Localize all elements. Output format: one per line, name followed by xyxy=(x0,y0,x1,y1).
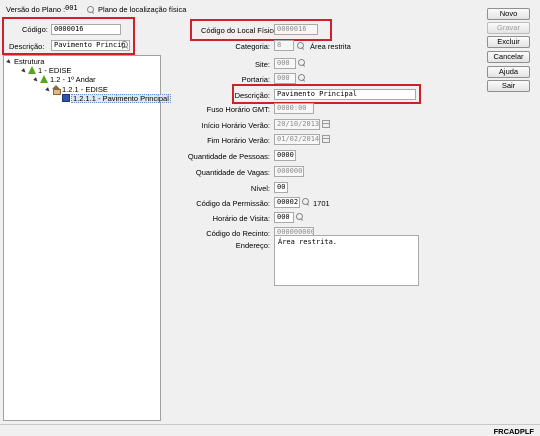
permissao-label: Código da Permissão: xyxy=(196,199,270,208)
descricao-filter-input[interactable]: Pavimento Princip xyxy=(51,40,130,51)
program-code: FRCADPLF xyxy=(493,427,534,436)
permissao-desc: 1701 xyxy=(313,199,330,208)
descricao-label: Descrição: xyxy=(9,42,45,51)
tree-item-edise-sub[interactable]: 1.2.1 - EDISE xyxy=(62,85,108,94)
qtd-pessoas-input[interactable]: 0000 xyxy=(274,150,296,161)
qtd-vagas-input[interactable]: 000000 xyxy=(274,166,304,177)
permissao-search-icon[interactable] xyxy=(302,198,310,206)
site-input[interactable]: 000 xyxy=(274,58,296,69)
portaria-label: Portaria: xyxy=(241,75,270,84)
inicio-input[interactable]: 20/10/2013 xyxy=(274,119,320,130)
fim-input[interactable]: 01/02/2014 xyxy=(274,134,320,145)
calendar-icon[interactable] xyxy=(322,135,330,143)
excluir-button[interactable]: Excluir xyxy=(487,36,530,48)
descricao-input[interactable]: Pavimento Principal xyxy=(274,89,416,100)
calendar-icon[interactable] xyxy=(322,120,330,128)
endereco-label: Endereço: xyxy=(235,241,270,250)
building-icon xyxy=(52,85,61,95)
room-icon xyxy=(62,94,70,102)
visita-search-icon[interactable] xyxy=(296,213,304,221)
categoria-label: Categoria: xyxy=(235,42,270,51)
inicio-label: Início Horário Verão: xyxy=(201,121,270,130)
gravar-button[interactable]: Gravar xyxy=(487,22,530,34)
tree-item-andar[interactable]: 1.2 - 1º Andar xyxy=(50,75,96,84)
visita-label: Horário de Visita: xyxy=(212,214,270,223)
categoria-search-icon[interactable] xyxy=(297,42,305,50)
permissao-input[interactable]: 00002 xyxy=(274,197,300,208)
fuso-label: Fuso Horário GMT: xyxy=(206,105,270,114)
portaria-search-icon[interactable] xyxy=(298,74,306,82)
site-label: Site: xyxy=(254,60,270,69)
tree-item-edise[interactable]: 1 - EDISE xyxy=(38,66,71,75)
qtd-pessoas-label: Quantidade de Pessoas: xyxy=(187,152,270,161)
status-bar: FRCADPLF xyxy=(0,424,540,436)
versao-input[interactable]: 001 xyxy=(63,4,83,15)
versao-label: Versão do Plano : xyxy=(6,5,66,14)
tree-panel[interactable] xyxy=(3,55,161,421)
portaria-input[interactable]: 000 xyxy=(274,73,296,84)
codigo-local-label: Código do Local Físico: xyxy=(201,26,280,35)
fim-label: Fim Horário Verão: xyxy=(207,136,270,145)
tree-root[interactable]: Estrutura xyxy=(14,57,44,66)
ajuda-button[interactable]: Ajuda xyxy=(487,66,530,78)
sair-button[interactable]: Sair xyxy=(487,80,530,92)
floor-icon xyxy=(40,75,48,83)
qtd-vagas-label: Quantidade de Vagas: xyxy=(195,168,270,177)
codigo-local-input[interactable]: 0000016 xyxy=(274,24,318,35)
versao-search-icon[interactable] xyxy=(87,6,95,14)
codigo-label: Código: xyxy=(22,25,48,34)
site-search-icon[interactable] xyxy=(298,59,306,67)
cancelar-button[interactable]: Cancelar xyxy=(487,51,530,63)
plano-label: Plano de localização física xyxy=(98,5,187,14)
tree-item-pavimento-selected[interactable]: 1.2.1.1 - Pavimento Principal xyxy=(71,94,171,103)
nivel-input[interactable]: 00 xyxy=(274,182,288,193)
codigo-filter-input[interactable]: 0000016 xyxy=(51,24,121,35)
site-icon xyxy=(28,66,36,74)
novo-button[interactable]: Novo xyxy=(487,8,530,20)
categoria-desc: Área restrita xyxy=(310,42,351,51)
endereco-textarea[interactable]: Área restrita. xyxy=(274,235,419,286)
fuso-input[interactable]: 0000:00 xyxy=(274,103,314,114)
descricao-form-label: Descrição: xyxy=(234,91,270,100)
descricao-search-icon[interactable] xyxy=(121,41,129,49)
categoria-input[interactable]: 8 xyxy=(274,40,294,51)
recinto-label: Código do Recinto: xyxy=(206,229,270,238)
visita-input[interactable]: 000 xyxy=(274,212,294,223)
nivel-label: Nível: xyxy=(250,184,270,193)
